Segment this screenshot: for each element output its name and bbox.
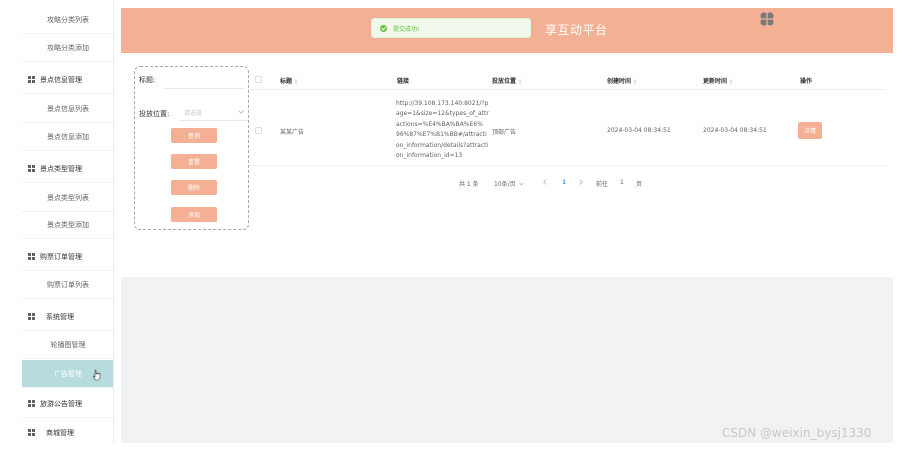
grid-icon	[28, 428, 36, 437]
position-filter-placeholder: 请选择	[184, 110, 203, 117]
watermark: CSDN @weixin_bysj1330	[722, 426, 872, 440]
page-suffix: 页	[636, 181, 643, 188]
sidebar-group-ticket-orders[interactable]: 购票订单管理	[22, 243, 113, 271]
clover-logo-icon	[759, 11, 775, 27]
cell-updated: 2024-03-04 08:34:51	[703, 127, 767, 134]
sidebar-item-label: 购票订单列表	[47, 280, 89, 289]
table-header-divider	[250, 89, 886, 90]
sidebar-item-label: 广告管理	[54, 369, 82, 378]
column-header-created[interactable]: 创建时间	[607, 76, 637, 85]
content-background	[121, 277, 893, 443]
grid-icon	[28, 252, 36, 261]
column-header-label: 链接	[397, 78, 410, 85]
search-panel: 标题: 投放位置: 请选择 查询 重置 删除 添加	[134, 66, 249, 230]
column-header-actions: 操作	[800, 76, 812, 85]
pagination-total: 共 1 条	[459, 181, 479, 188]
sidebar-item-ticket-order-list[interactable]: 购票订单列表	[22, 271, 113, 299]
grid-icon	[28, 164, 36, 173]
column-header-link: 链接	[397, 76, 409, 85]
grid-icon	[28, 312, 36, 321]
cell-position: 顶部广告	[492, 129, 517, 136]
select-all-checkbox[interactable]	[255, 76, 262, 83]
toast-message: 提交成功!	[393, 25, 420, 33]
sidebar-item-ads[interactable]: 广告管理	[22, 360, 113, 388]
success-toast: 提交成功!	[371, 18, 531, 38]
sidebar-group-travel-notice[interactable]: 旅游公告管理	[22, 390, 113, 418]
sidebar-item-guide-category-add[interactable]: 攻略分类添加	[22, 34, 113, 62]
success-check-icon	[380, 24, 387, 32]
chevron-down-icon	[238, 108, 244, 114]
current-page[interactable]: 1	[562, 179, 566, 186]
column-header-label: 更新时间	[703, 78, 728, 85]
sidebar-group-mall[interactable]: 商城管理	[22, 419, 113, 443]
sidebar-group-label: 商城管理	[46, 428, 74, 437]
column-header-label: 操作	[800, 78, 813, 85]
sidebar-item-guide-category-list[interactable]: 攻略分类列表	[22, 6, 113, 34]
sidebar-group-label: 景点类型管理	[40, 164, 82, 173]
sidebar-group-system[interactable]: 系统管理	[22, 303, 113, 331]
cell-created: 2024-03-04 08:34:51	[607, 127, 671, 134]
search-button[interactable]: 查询	[171, 128, 217, 143]
sidebar-item-attraction-info-list[interactable]: 景点信息列表	[22, 95, 113, 123]
sidebar-item-attraction-type-list[interactable]: 景点类型列表	[22, 184, 113, 212]
column-header-label: 标题	[280, 78, 293, 85]
sidebar-group-label: 旅游公告管理	[40, 399, 82, 408]
cell-link: http://39.108.173.140:8021/?p age=1&size…	[396, 100, 489, 160]
column-header-label: 创建时间	[607, 78, 632, 85]
cell-title: 某某广告	[280, 129, 305, 136]
platform-title: 享互动平台	[545, 23, 608, 37]
grid-icon	[28, 399, 36, 408]
sidebar-item-label: 攻略分类列表	[47, 15, 89, 24]
sidebar-item-label: 攻略分类添加	[47, 43, 89, 52]
grid-icon	[28, 75, 36, 84]
position-filter-label: 投放位置:	[139, 110, 170, 118]
app-window: 攻略分类列表 攻略分类添加 景点信息管理 景点信息列表 景点信息添加 景点类型管…	[0, 0, 921, 450]
sidebar-item-label: 景点类型列表	[47, 193, 89, 202]
title-filter-input[interactable]	[164, 71, 244, 89]
reset-button[interactable]: 重置	[171, 154, 217, 169]
sidebar-group-attraction-type[interactable]: 景点类型管理	[22, 155, 113, 183]
table-row-divider	[250, 165, 886, 166]
sidebar-item-label: 景点信息添加	[47, 132, 89, 141]
goto-page-input[interactable]: 1	[620, 179, 624, 186]
sidebar-item-attraction-info-add[interactable]: 景点信息添加	[22, 123, 113, 151]
sort-icon[interactable]	[295, 79, 298, 84]
sidebar-group-label: 购票订单管理	[40, 252, 82, 261]
sidebar-group-label: 系统管理	[46, 312, 74, 321]
page-size-value: 10条/页	[494, 181, 516, 188]
sort-icon[interactable]	[519, 79, 522, 84]
sidebar-group-attraction-info[interactable]: 景点信息管理	[22, 66, 113, 94]
sidebar: 攻略分类列表 攻略分类添加 景点信息管理 景点信息列表 景点信息添加 景点类型管…	[22, 0, 114, 443]
page-size-select[interactable]: 10条/页	[494, 179, 524, 188]
column-header-position[interactable]: 投放位置	[492, 76, 522, 85]
sort-icon[interactable]	[730, 79, 733, 84]
row-checkbox[interactable]	[255, 127, 262, 134]
delete-button[interactable]: 删除	[171, 180, 217, 195]
hand-cursor-icon	[93, 369, 101, 381]
sidebar-item-attraction-type-add[interactable]: 景点类型添加	[22, 211, 113, 239]
sort-icon[interactable]	[634, 79, 637, 84]
position-filter-select[interactable]: 请选择	[179, 105, 247, 121]
title-filter-label: 标题:	[139, 76, 156, 84]
column-header-title[interactable]: 标题	[280, 76, 298, 85]
chevron-down-icon	[519, 181, 524, 186]
column-header-updated[interactable]: 更新时间	[703, 76, 733, 85]
sidebar-item-label: 景点类型添加	[47, 220, 89, 229]
goto-label: 前往	[596, 181, 609, 188]
sidebar-item-label: 轮播图管理	[50, 340, 86, 349]
sidebar-item-carousel[interactable]: 轮播图管理	[22, 331, 113, 359]
column-header-label: 投放位置	[492, 78, 517, 85]
add-button[interactable]: 添加	[171, 207, 217, 222]
detail-button[interactable]: 详情	[798, 122, 822, 139]
sidebar-item-label: 景点信息列表	[47, 104, 89, 113]
sidebar-group-label: 景点信息管理	[40, 75, 82, 84]
